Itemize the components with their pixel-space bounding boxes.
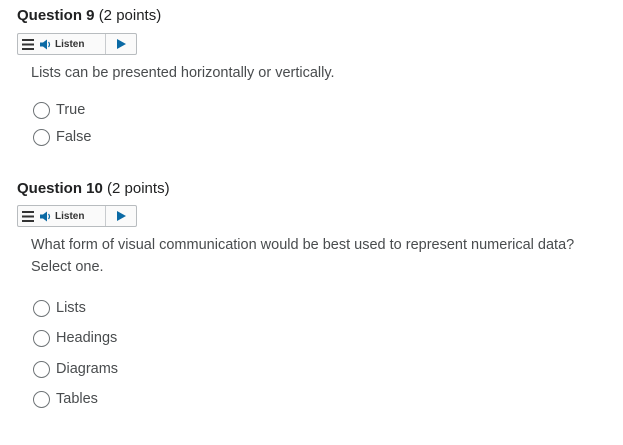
- option-label: False: [56, 129, 92, 145]
- option-label: Headings: [56, 330, 118, 346]
- question-text-line: Select one.: [31, 259, 104, 275]
- listen-button[interactable]: Listen: [38, 206, 106, 226]
- question-text: What form of visual communication would …: [31, 234, 616, 278]
- option-label: True: [56, 102, 86, 118]
- question-text-line: Lists can be presented horizontally or v…: [31, 65, 335, 81]
- speaker-icon: [40, 39, 51, 49]
- option-tables[interactable]: Tables: [33, 388, 98, 410]
- listen-label: Listen: [55, 210, 85, 222]
- listen-label: Listen: [55, 38, 85, 50]
- option-label: Tables: [56, 391, 98, 407]
- option-label: Lists: [56, 300, 86, 316]
- play-button[interactable]: [106, 206, 136, 226]
- readspeaker-bar: Listen: [17, 205, 137, 227]
- option-lists[interactable]: Lists: [33, 297, 86, 319]
- radio-button[interactable]: [33, 360, 50, 378]
- option-false[interactable]: False: [33, 126, 91, 148]
- radio-button[interactable]: [33, 299, 50, 317]
- menu-icon: [22, 210, 34, 222]
- question-text-line: What form of visual communication would …: [31, 237, 575, 253]
- listen-button[interactable]: Listen: [38, 34, 106, 54]
- play-icon: [116, 39, 126, 49]
- question-points: (2 points): [107, 180, 170, 197]
- menu-button[interactable]: [18, 34, 38, 54]
- menu-button[interactable]: [18, 206, 38, 226]
- radio-button[interactable]: [33, 128, 50, 146]
- question-text: Lists can be presented horizontally or v…: [31, 62, 616, 84]
- option-headings[interactable]: Headings: [33, 327, 117, 349]
- speaker-icon: [40, 211, 51, 221]
- play-button[interactable]: [106, 34, 136, 54]
- option-label: Diagrams: [56, 361, 119, 377]
- question-number: Question 9: [17, 7, 95, 24]
- radio-button[interactable]: [33, 101, 50, 119]
- radio-button[interactable]: [33, 329, 50, 347]
- readspeaker-bar: Listen: [17, 33, 137, 55]
- question-title: Question 9 (2 points): [17, 7, 161, 24]
- question-number: Question 10: [17, 180, 103, 197]
- menu-icon: [22, 38, 34, 50]
- question-points: (2 points): [98, 7, 162, 24]
- play-icon: [116, 211, 126, 221]
- option-diagrams[interactable]: Diagrams: [33, 358, 118, 380]
- radio-button[interactable]: [33, 390, 50, 408]
- question-title: Question 10 (2 points): [17, 180, 170, 197]
- option-true[interactable]: True: [33, 99, 85, 121]
